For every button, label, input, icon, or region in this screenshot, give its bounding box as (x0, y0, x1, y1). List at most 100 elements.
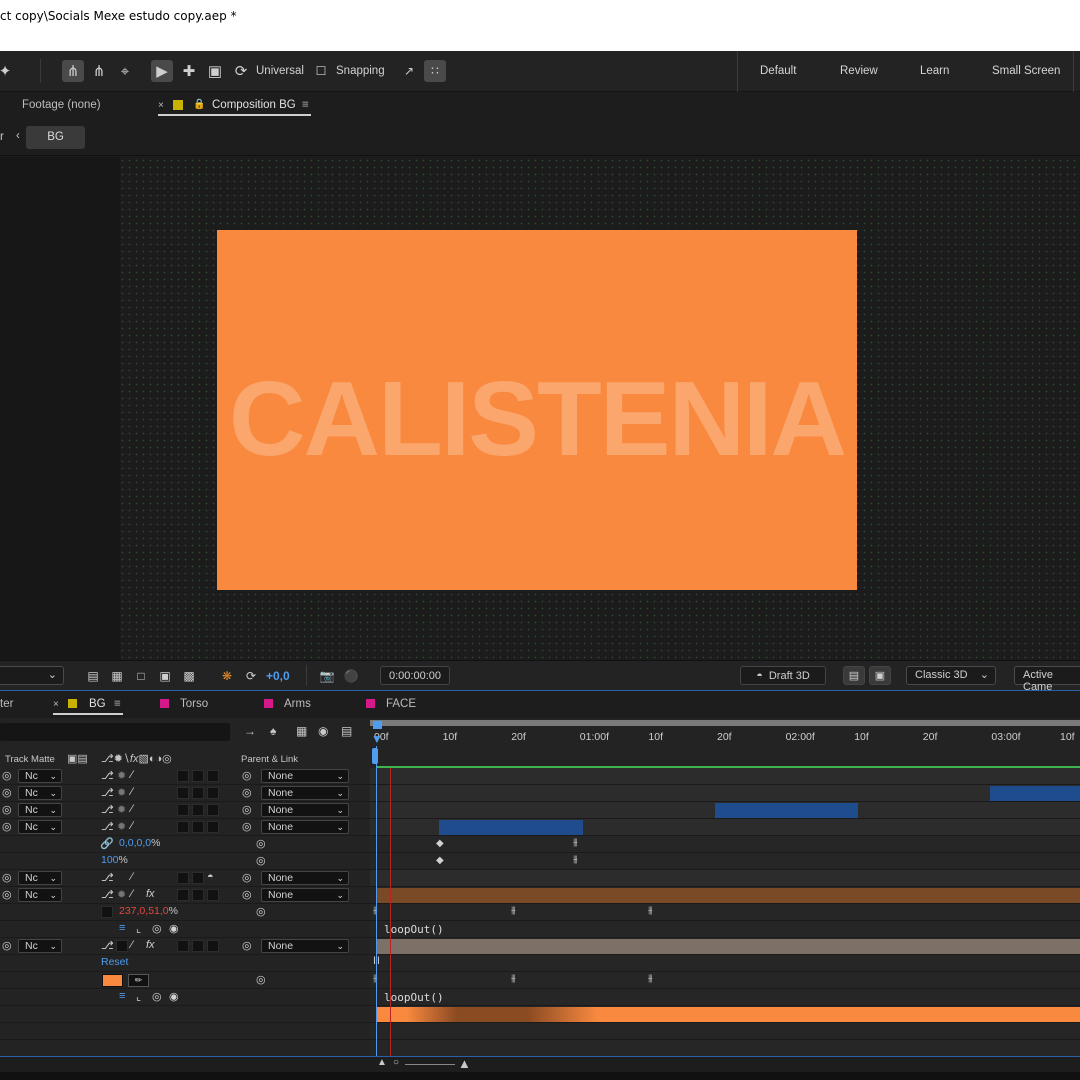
close-icon[interactable]: × (53, 699, 59, 710)
playhead-icon[interactable]: ▼ (371, 732, 383, 746)
snap-points-icon[interactable]: ∷ (424, 60, 446, 82)
exposure-value[interactable]: +0,0 (266, 666, 290, 685)
quality-icon[interactable]: ∕ (131, 820, 133, 832)
parent-dropdown[interactable]: None ⌄ (261, 820, 349, 834)
reset-exposure-icon[interactable]: ⟳ (242, 666, 260, 685)
switch-box[interactable] (207, 804, 219, 816)
switch-box[interactable] (207, 940, 219, 952)
frame-blending-icon[interactable]: ▦ (296, 724, 307, 738)
collapse-icon[interactable]: ✹ (117, 769, 126, 782)
scale-tool-icon[interactable]: ▣ (204, 60, 226, 82)
keyframe-icon[interactable]: ◆ (436, 855, 444, 866)
track-row[interactable] (370, 785, 1080, 802)
parent-pickwhip-icon[interactable]: ◎ (2, 769, 12, 782)
collapse-icon[interactable]: ✹ (117, 803, 126, 816)
shy-icon[interactable]: ⎇ (101, 939, 114, 952)
zoom-out-icon[interactable]: ▲ (377, 1057, 387, 1068)
ground-plane-icon[interactable]: ▤ (843, 666, 865, 685)
track-matte-dropdown[interactable]: Nc ⌄ (18, 769, 62, 783)
layer-row[interactable]: ◎ Nc ⌄ ⎇ ✹ ∕ ◎ None ⌄ (0, 802, 370, 819)
motion-blur-icon[interactable]: ◉ (318, 724, 328, 738)
expression-language-menu-icon[interactable]: ◉ (169, 922, 179, 935)
collapse-icon[interactable]: ✹ (117, 786, 126, 799)
switch-box[interactable] (192, 787, 204, 799)
tab-bg[interactable]: BG (89, 698, 106, 710)
workspace-default[interactable]: Default (760, 65, 796, 77)
tab-composition[interactable]: Composition BG (212, 99, 296, 111)
breadcrumb-current[interactable]: BG (26, 126, 85, 149)
close-icon[interactable]: × (158, 100, 164, 111)
property-row-fill-color[interactable]: ✏ ◎ (0, 972, 370, 989)
quality-icon[interactable]: ∕ (131, 939, 133, 951)
layer-row[interactable] (0, 1023, 370, 1040)
extended-viewer-icon[interactable]: ▣ (869, 666, 891, 685)
color-channels-icon[interactable]: ❋ (218, 666, 236, 685)
pickwhip-icon[interactable]: ◎ (242, 786, 252, 799)
color-value[interactable]: 237,0,51,0% (119, 905, 178, 917)
pickwhip-icon[interactable]: ◎ (242, 769, 252, 782)
track-matte-dropdown[interactable]: Nc ⌄ (18, 786, 62, 800)
pickwhip-icon[interactable]: ◎ (242, 871, 252, 884)
keyframe-icon[interactable]: ⫵ (573, 837, 578, 848)
keyframe-icon[interactable]: ◆ (436, 838, 444, 849)
eyedropper-icon[interactable]: ✏ (128, 974, 149, 987)
layer-row[interactable]: ◎ Nc ⌄ ⎇ ✹ ∕ ◎ None ⌄ (0, 785, 370, 802)
layer-bar[interactable] (715, 803, 858, 818)
switch-box[interactable] (177, 804, 189, 816)
track-row[interactable] (370, 1006, 1080, 1023)
track-row[interactable] (370, 802, 1080, 819)
parent-dropdown[interactable]: None ⌄ (261, 786, 349, 800)
opacity-number[interactable]: 100 (101, 854, 119, 866)
track-matte-dropdown[interactable]: Nc ⌄ (18, 939, 62, 953)
layer-row[interactable] (0, 1006, 370, 1023)
switch-box[interactable] (192, 889, 204, 901)
keyframe-icon[interactable]: ⫵ (511, 905, 516, 916)
reset-link[interactable]: Reset (101, 956, 128, 968)
pickwhip-icon[interactable]: ◎ (256, 854, 266, 867)
pickwhip-icon[interactable]: ◎ (242, 820, 252, 833)
layer-bar[interactable] (377, 1007, 1080, 1022)
color-number[interactable]: 237,0,51,0 (119, 905, 169, 917)
chevron-left-icon[interactable]: ‹ (16, 130, 20, 142)
opacity-value[interactable]: 100% (101, 854, 128, 866)
draft-3d-toggle[interactable]: ◓ Draft 3D (740, 666, 826, 685)
work-area-bar[interactable] (370, 720, 1080, 726)
work-area-start-handle[interactable] (373, 721, 382, 729)
expression-pickwhip-icon[interactable]: ◎ (152, 922, 162, 935)
time-ruler[interactable]: 00f 10f 20f 01:00f 10f 20f 02:00f 10f 20f 03:00f 1… (370, 718, 1080, 768)
track-row[interactable] (370, 870, 1080, 887)
quality-icon[interactable]: ∕ (131, 786, 133, 798)
tab-face[interactable]: FACE (386, 698, 416, 710)
current-time-indicator[interactable] (376, 768, 377, 1056)
magnification-dropdown[interactable]: ⌄ (0, 666, 64, 685)
switch-box[interactable] (192, 804, 204, 816)
switch-box[interactable] (177, 872, 189, 884)
pickwhip-icon[interactable]: ◎ (256, 905, 266, 918)
zoom-in-icon[interactable]: ▲ (458, 1056, 471, 1071)
switch-box[interactable] (192, 821, 204, 833)
switch-box[interactable] (177, 787, 189, 799)
workspace-learn[interactable]: Learn (920, 65, 949, 77)
tab-torso[interactable]: Torso (180, 698, 208, 710)
world-axis-icon[interactable]: ⋔ (62, 60, 84, 82)
layer-row[interactable]: ◎ Nc ⌄ ⎇ ∕ ◓ ◎ None ⌄ (0, 870, 370, 887)
expression-text[interactable]: loopOut() (384, 991, 444, 1004)
view-axis-icon[interactable]: ⌖ (114, 60, 136, 82)
switch-box[interactable] (207, 770, 219, 782)
effects-icon[interactable]: fx (146, 939, 155, 951)
current-time-display[interactable]: 0:00:00:00 (380, 666, 450, 685)
scale-number[interactable]: 0,0,0,0 (119, 837, 151, 849)
layer-row[interactable]: ◎ Nc ⌄ ⎇ ∕ fx ◎ None ⌄ (0, 938, 370, 955)
mask-visibility-icon[interactable]: □ (132, 666, 150, 685)
layer-bar[interactable] (439, 820, 583, 835)
collapse-icon[interactable]: ✹ (117, 888, 126, 901)
track-matte-dropdown[interactable]: Nc ⌄ (18, 888, 62, 902)
zoom-slider-thumb[interactable]: ○ (393, 1057, 399, 1068)
universal-label[interactable]: Universal (256, 65, 304, 77)
enable-expression-icon[interactable]: ≡ (119, 990, 125, 1002)
quality-icon[interactable]: ∕ (131, 769, 133, 781)
property-row-scale[interactable]: 🔗 0,0,0,0% ◎ (0, 836, 370, 853)
rotate-tool-icon[interactable]: ⟳ (230, 60, 252, 82)
quality-icon[interactable]: ∕ (131, 871, 133, 883)
lock-icon[interactable]: 🔒 (193, 99, 205, 110)
